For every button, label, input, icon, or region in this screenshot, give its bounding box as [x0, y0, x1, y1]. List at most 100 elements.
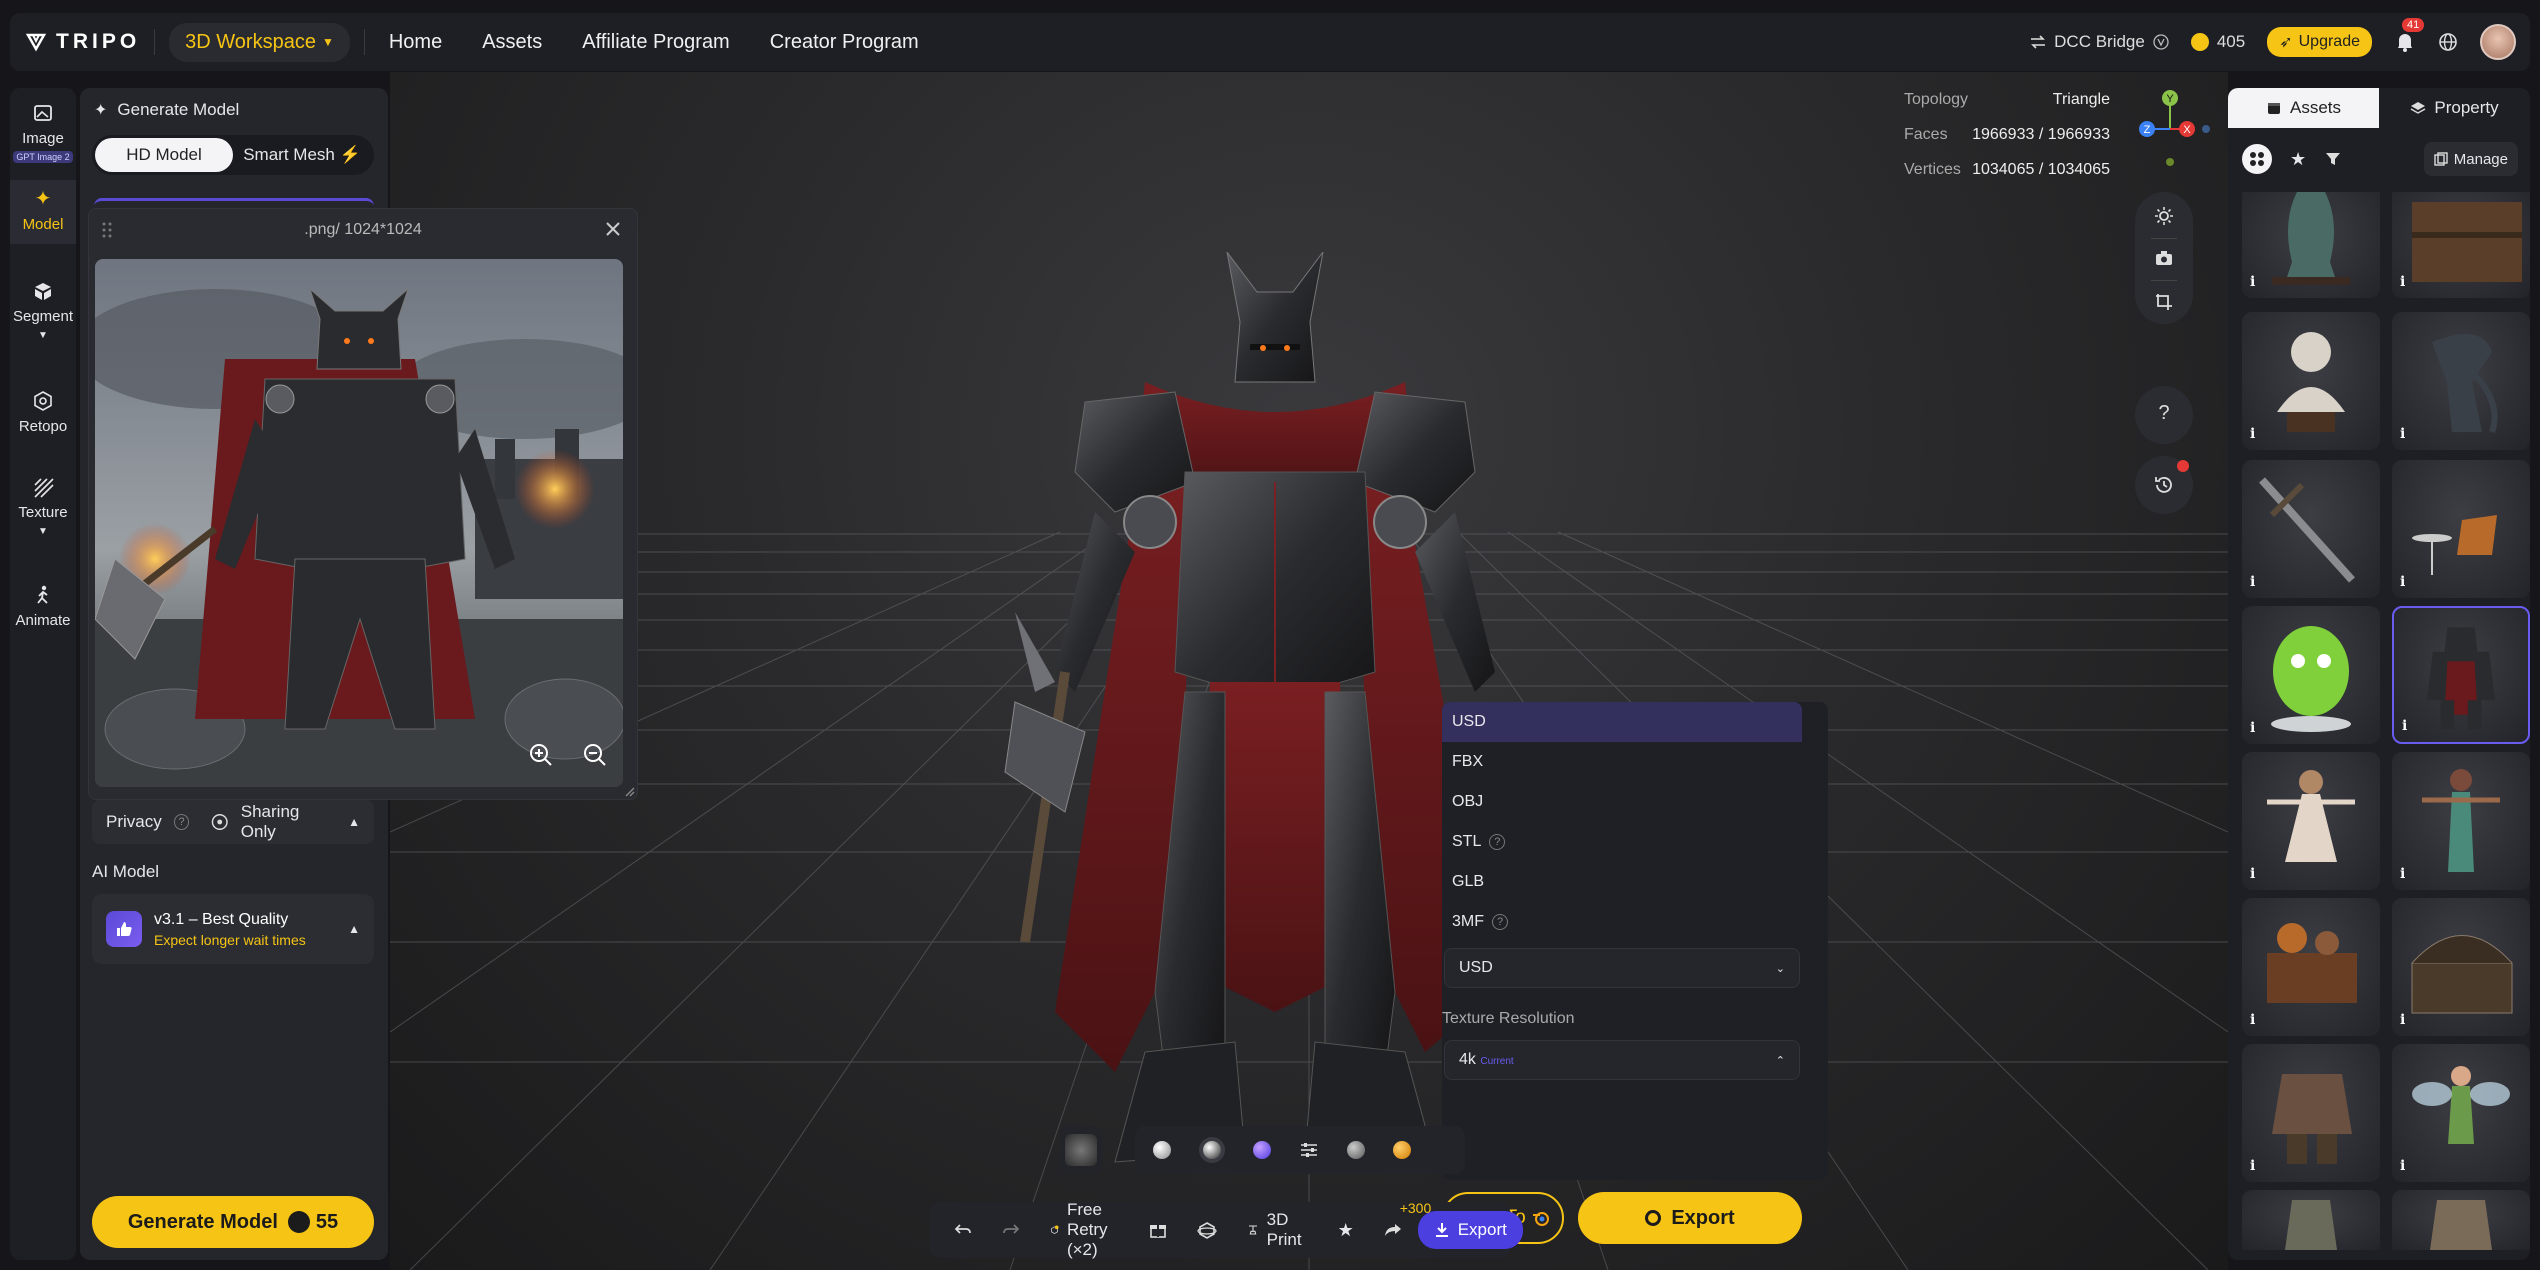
- format-select[interactable]: USD ⌄: [1444, 948, 1800, 988]
- nav-affiliate[interactable]: Affiliate Program: [582, 31, 729, 54]
- light-icon[interactable]: [2154, 206, 2174, 226]
- brand-logo[interactable]: TRIPO: [26, 30, 140, 54]
- share-button[interactable]: +300: [1370, 1200, 1431, 1238]
- asset-thumb-chair[interactable]: i: [2392, 460, 2530, 598]
- rail-item-animate[interactable]: Animate: [10, 584, 76, 629]
- user-avatar[interactable]: [2480, 24, 2516, 60]
- asset-info-icon[interactable]: i: [2250, 426, 2255, 442]
- tab-property[interactable]: Property: [2379, 88, 2530, 128]
- asset-info-icon[interactable]: i: [2400, 1012, 2405, 1028]
- help-button[interactable]: ?: [2135, 386, 2193, 444]
- manage-button[interactable]: Manage: [2423, 142, 2518, 176]
- rail-item-texture[interactable]: Texture ▼: [10, 476, 76, 538]
- upgrade-label: Upgrade: [2298, 33, 2360, 50]
- asset-info-icon[interactable]: i: [2400, 574, 2405, 590]
- globe-icon[interactable]: [2438, 32, 2458, 52]
- close-icon[interactable]: [603, 219, 623, 239]
- view-3d-button[interactable]: [1183, 1221, 1231, 1239]
- help-icon[interactable]: ?: [1492, 914, 1508, 930]
- metal-sphere-icon[interactable]: [1199, 1137, 1225, 1163]
- asset-thumb-vase[interactable]: i: [2242, 192, 2380, 298]
- asset-info-icon[interactable]: i: [2250, 866, 2255, 882]
- hd-model-option[interactable]: HD Model: [95, 138, 233, 172]
- asset-info-icon[interactable]: i: [2400, 426, 2405, 442]
- asset-info-icon[interactable]: i: [2250, 574, 2255, 590]
- filter-all-button[interactable]: [2242, 144, 2272, 174]
- asset-thumb-fairy[interactable]: i: [2392, 1044, 2530, 1182]
- camera-icon[interactable]: [2154, 248, 2174, 268]
- format-option-3mf[interactable]: 3MF?: [1442, 902, 1792, 942]
- nav-assets[interactable]: Assets: [482, 31, 542, 54]
- format-option-obj[interactable]: OBJ: [1442, 782, 1792, 822]
- asset-info-icon[interactable]: i: [2250, 1158, 2255, 1174]
- asset-thumb-market-stall[interactable]: i: [2242, 898, 2380, 1036]
- asset-thumb-warrior[interactable]: i: [2242, 1044, 2380, 1182]
- gift-button[interactable]: [1135, 1221, 1181, 1239]
- rail-item-model[interactable]: ✦ Model: [10, 180, 76, 244]
- dcc-bridge-button[interactable]: DCC Bridge: [2030, 32, 2169, 52]
- resize-handle-icon[interactable]: [623, 785, 635, 797]
- asset-info-icon[interactable]: i: [2250, 1012, 2255, 1028]
- asset-thumb-partial-1[interactable]: [2242, 1190, 2380, 1250]
- tab-assets[interactable]: Assets: [2228, 88, 2379, 128]
- asset-info-icon[interactable]: i: [2400, 274, 2405, 290]
- asset-info-icon[interactable]: i: [2250, 274, 2255, 290]
- filter-icon[interactable]: [2324, 150, 2342, 168]
- ai-model-selector[interactable]: v3.1 – Best Quality Expect longer wait t…: [92, 894, 374, 964]
- orange-sphere-icon[interactable]: [1393, 1141, 1411, 1159]
- notifications-button[interactable]: 41: [2394, 18, 2425, 53]
- nav-home[interactable]: Home: [389, 31, 442, 54]
- asset-thumb-sword[interactable]: i: [2242, 460, 2380, 598]
- clay-sphere-icon[interactable]: [1153, 1141, 1171, 1159]
- asset-thumb-girl-dress[interactable]: i: [2242, 752, 2380, 890]
- credits-display[interactable]: 405: [2190, 32, 2245, 52]
- asset-thumb-green-monster[interactable]: i: [2242, 606, 2380, 744]
- ai-model-name: v3.1 – Best Quality: [154, 910, 289, 928]
- rail-item-segment[interactable]: Segment ▼: [10, 280, 76, 342]
- help-icon[interactable]: ?: [1489, 834, 1506, 850]
- sliders-icon[interactable]: [1299, 1142, 1319, 1158]
- asset-info-icon[interactable]: i: [2402, 718, 2407, 734]
- free-retry-button[interactable]: Free Retry (×2): [1036, 1200, 1133, 1260]
- zoom-in-icon[interactable]: [527, 741, 555, 769]
- reference-thumb-button[interactable]: [1060, 1126, 1102, 1174]
- format-option-glb[interactable]: GLB: [1442, 862, 1792, 902]
- filter-favorites-button[interactable]: ★: [2290, 149, 2306, 170]
- gray-sphere-icon[interactable]: [1347, 1141, 1365, 1159]
- history-button[interactable]: [2135, 456, 2193, 514]
- transform-icon[interactable]: [2154, 292, 2174, 312]
- asset-thumb-knight-selected[interactable]: i: [2392, 606, 2530, 744]
- format-option-stl[interactable]: STL?: [1442, 822, 1792, 862]
- 3d-print-button[interactable]: 3D Print: [1233, 1210, 1322, 1250]
- asset-thumb-woman-green[interactable]: i: [2392, 752, 2530, 890]
- format-option-usd[interactable]: USD: [1442, 702, 1802, 742]
- nav-creator[interactable]: Creator Program: [770, 31, 919, 54]
- 3d-viewport[interactable]: Topology Triangle Faces 1966933 / 1966933 …: [390, 72, 2228, 1270]
- help-icon[interactable]: ?: [173, 814, 190, 830]
- rail-item-image[interactable]: Image GPT Image 2: [10, 102, 76, 164]
- asset-thumb-partial-2[interactable]: [2392, 1190, 2530, 1250]
- rail-item-retopo[interactable]: Retopo: [10, 390, 76, 435]
- axis-gizmo[interactable]: Y Z X: [2125, 84, 2215, 174]
- redo-button[interactable]: [988, 1223, 1034, 1237]
- asset-info-icon[interactable]: i: [2250, 720, 2255, 736]
- upgrade-button[interactable]: ➶ Upgrade: [2267, 27, 2372, 57]
- texture-resolution-select[interactable]: 4k Current ⌃: [1444, 1040, 1800, 1080]
- privacy-row[interactable]: Privacy ? Sharing Only ▲: [92, 800, 374, 844]
- asset-info-icon[interactable]: i: [2400, 1158, 2405, 1174]
- generate-model-button[interactable]: Generate Model 55: [92, 1196, 374, 1248]
- asset-thumb-open-chest[interactable]: i: [2392, 898, 2530, 1036]
- asset-thumb-alien[interactable]: i: [2392, 312, 2530, 450]
- export-button[interactable]: Export: [1578, 1192, 1802, 1244]
- export-small-button[interactable]: Export: [1417, 1211, 1523, 1249]
- asset-info-icon[interactable]: i: [2400, 866, 2405, 882]
- undo-button[interactable]: [940, 1223, 986, 1237]
- smart-mesh-option[interactable]: Smart Mesh ⚡: [233, 138, 371, 172]
- asset-thumb-bust[interactable]: i: [2242, 312, 2380, 450]
- workspace-dropdown[interactable]: 3D Workspace ▼: [169, 22, 350, 62]
- format-option-fbx[interactable]: FBX: [1442, 742, 1792, 782]
- asset-thumb-chest[interactable]: i: [2392, 192, 2530, 298]
- color-sphere-icon[interactable]: [1253, 1141, 1271, 1159]
- zoom-out-icon[interactable]: [581, 741, 609, 769]
- favorite-button[interactable]: ★: [1324, 1220, 1368, 1241]
